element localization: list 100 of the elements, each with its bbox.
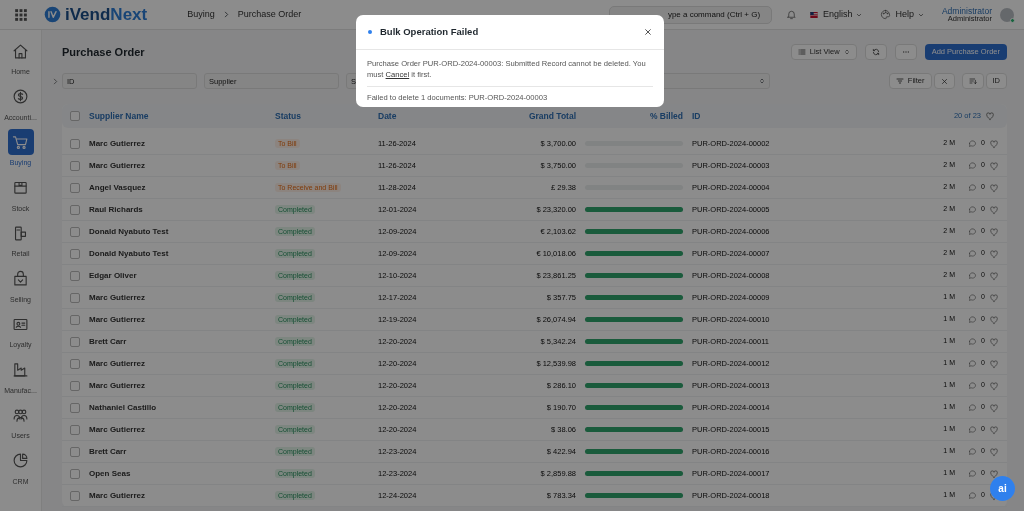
chevron-right-icon[interactable] xyxy=(52,78,59,85)
help-dropdown[interactable]: Help xyxy=(874,6,930,23)
heart-icon[interactable] xyxy=(989,358,999,369)
column-header[interactable]: Status xyxy=(275,109,378,123)
heart-icon[interactable] xyxy=(989,270,999,281)
select-all-checkbox[interactable] xyxy=(70,111,80,121)
close-button[interactable] xyxy=(644,28,652,36)
row-checkbox[interactable] xyxy=(70,424,80,435)
heart-icon[interactable] xyxy=(989,380,999,391)
status-dot xyxy=(368,30,372,34)
sort-order-button[interactable] xyxy=(961,73,984,89)
caret-icon xyxy=(843,49,850,55)
heart-icon[interactable] xyxy=(989,402,999,413)
caret-icon xyxy=(917,11,924,18)
row-checkbox[interactable] xyxy=(70,292,80,303)
user-name[interactable]: Administrator xyxy=(941,6,992,15)
caret-icon xyxy=(856,11,863,18)
apps-grid-icon[interactable] xyxy=(14,7,28,22)
heart-icon[interactable] xyxy=(989,468,999,479)
page-title: Purchase Order xyxy=(62,44,145,60)
refresh-icon xyxy=(871,48,880,56)
heart-icon[interactable] xyxy=(989,138,999,149)
comment-icon xyxy=(968,469,978,478)
heart-icon[interactable] xyxy=(989,160,999,171)
row-checkbox[interactable] xyxy=(70,248,80,259)
heart-icon[interactable] xyxy=(989,182,999,193)
supplier-name[interactable]: Open Seas xyxy=(89,467,275,480)
supplier-name[interactable]: Marc Gutierrez xyxy=(89,379,275,392)
row-checkbox[interactable] xyxy=(70,490,80,501)
row-checkbox[interactable] xyxy=(70,314,80,325)
comment-icon xyxy=(968,425,978,434)
comment-icon xyxy=(968,183,978,192)
supplier-name[interactable]: Nathaniel Castillo xyxy=(89,401,275,414)
heart-icon[interactable] xyxy=(989,292,999,303)
row-checkbox[interactable] xyxy=(70,358,80,369)
row-checkbox[interactable] xyxy=(70,468,80,479)
heart-icon[interactable] xyxy=(989,248,999,259)
device-icon xyxy=(12,224,29,242)
heart-icon[interactable] xyxy=(989,336,999,347)
comment-icon xyxy=(968,249,978,258)
supplier-name[interactable]: Donald Nyabuto Test xyxy=(89,247,275,260)
column-header[interactable]: Date xyxy=(378,109,488,123)
factory-icon xyxy=(12,361,29,378)
palette-icon xyxy=(880,9,892,20)
heart-icon[interactable] xyxy=(989,226,999,237)
bell-icon[interactable] xyxy=(785,9,797,20)
supplier-name[interactable]: Raul Richards xyxy=(89,203,275,216)
breadcrumb-link[interactable]: Buying xyxy=(187,7,215,22)
comment-icon xyxy=(968,491,978,500)
dollar-coin-icon xyxy=(12,88,29,105)
row-checkbox[interactable] xyxy=(70,446,80,457)
supplier-name[interactable]: Marc Gutierrez xyxy=(89,423,275,436)
row-checkbox[interactable] xyxy=(70,402,80,413)
language-dropdown[interactable]: English xyxy=(802,6,869,23)
close-icon xyxy=(940,77,948,85)
column-header[interactable]: Grand Total xyxy=(488,109,585,123)
row-checkbox[interactable] xyxy=(70,270,80,281)
supplier-name[interactable]: Edgar Oliver xyxy=(89,269,275,282)
logo-text: iVendNext xyxy=(65,3,148,26)
heart-icon[interactable] xyxy=(989,204,999,215)
row-checkbox[interactable] xyxy=(70,380,80,391)
supplier-name[interactable]: Marc Gutierrez xyxy=(89,489,275,502)
row-checkbox[interactable] xyxy=(70,226,80,237)
supplier-name[interactable]: Donald Nyabuto Test xyxy=(89,225,275,238)
breadcrumb-link[interactable]: Purchase Order xyxy=(237,7,302,22)
supplier-name[interactable]: Marc Gutierrez xyxy=(89,291,275,304)
column-header[interactable]: Supplier Name xyxy=(89,109,275,123)
comment-icon xyxy=(968,205,978,214)
row-checkbox[interactable] xyxy=(70,182,80,193)
supplier-name[interactable]: Marc Gutierrez xyxy=(89,137,275,150)
assistant-button[interactable]: ai xyxy=(990,476,1015,501)
comment-icon xyxy=(968,271,978,280)
refresh-button[interactable] xyxy=(864,44,887,60)
caret-icon xyxy=(759,78,765,84)
supplier-name[interactable]: Marc Gutierrez xyxy=(89,159,275,172)
comment-icon xyxy=(968,315,978,324)
row-checkbox[interactable] xyxy=(70,336,80,347)
heart-icon[interactable] xyxy=(989,446,999,457)
supplier-name[interactable]: Brett Carr xyxy=(89,335,275,348)
shopping-bag-icon xyxy=(12,270,29,287)
supplier-name[interactable]: Marc Gutierrez xyxy=(89,313,275,326)
row-checkbox[interactable] xyxy=(70,160,80,171)
flag-icon xyxy=(808,10,819,19)
list-icon xyxy=(797,48,806,56)
row-checkbox[interactable] xyxy=(70,138,80,149)
more-button[interactable] xyxy=(894,44,917,60)
comment-icon xyxy=(968,381,978,390)
comment-icon xyxy=(968,447,978,456)
pie-chart-icon xyxy=(12,452,29,469)
heart-icon[interactable] xyxy=(985,111,995,121)
row-checkbox[interactable] xyxy=(70,204,80,215)
column-header[interactable]: % Billed xyxy=(585,109,683,123)
supplier-name[interactable]: Marc Gutierrez xyxy=(89,357,275,370)
heart-icon[interactable] xyxy=(989,424,999,435)
avatar[interactable] xyxy=(1000,7,1014,22)
supplier-name[interactable]: Brett Carr xyxy=(89,445,275,458)
clear-filter-button[interactable] xyxy=(933,73,955,89)
heart-icon[interactable] xyxy=(989,314,999,325)
supplier-name[interactable]: Angel Vasquez xyxy=(89,181,275,194)
filter-icon xyxy=(895,77,904,85)
